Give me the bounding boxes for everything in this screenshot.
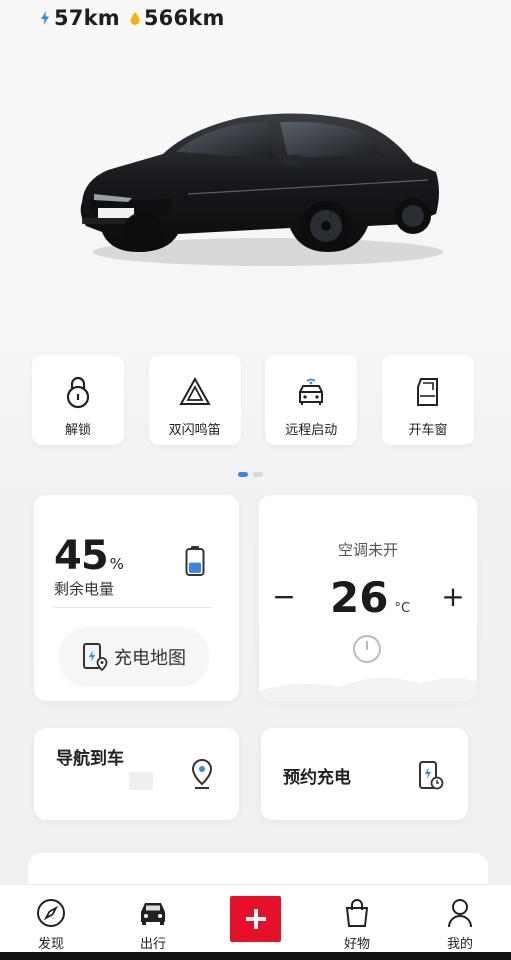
page-dot-active (238, 472, 248, 477)
charge-map-label: 充电地图 (114, 648, 186, 669)
page-dot (253, 472, 263, 477)
scheduled-charge-icon (419, 761, 444, 790)
reserve-charge-card[interactable]: 预约充电 (261, 728, 468, 820)
tab-label: 发现 (37, 937, 64, 952)
page-indicator (238, 472, 263, 477)
car-window-icon (411, 375, 445, 409)
quick-action-open-window[interactable]: 开车窗 (381, 355, 474, 445)
ac-temperature-value: 26 (330, 573, 389, 622)
climate-card[interactable]: 空调未开 − 26 °C + (259, 495, 477, 701)
fuel-range-value: 566km (143, 6, 225, 30)
vehicle-home-screen: 57km 566km 解锁 双闪鸣笛 远程启动 开车窗 45 % 剩余电量 充电… (0, 0, 511, 960)
ac-temperature: 26 °C (330, 573, 410, 622)
car-front-icon (137, 897, 169, 929)
reserve-charge-title: 预约充电 (283, 768, 351, 788)
battery-percent-unit: % (109, 555, 124, 573)
compass-icon (36, 897, 66, 929)
ac-status: 空调未开 (337, 541, 398, 559)
location-pin-icon (191, 758, 213, 789)
quick-action-hazard-horn[interactable]: 双闪鸣笛 (148, 355, 241, 445)
tab-shop[interactable]: 好物 (327, 897, 387, 952)
battery-percent: 45 % (54, 533, 124, 579)
quick-action-label: 开车窗 (408, 423, 448, 438)
tab-travel[interactable]: 出行 (123, 897, 183, 952)
quick-action-remote-start[interactable]: 远程启动 (265, 355, 358, 445)
bottom-tab-bar: 发现 出行 好物 我的 (0, 884, 511, 960)
bolt-icon (41, 11, 49, 25)
quick-action-label: 双闪鸣笛 (168, 423, 221, 438)
car-image[interactable] (68, 102, 448, 272)
address-placeholder (129, 772, 153, 790)
fuel-drop-icon (130, 11, 140, 25)
battery-label: 剩余电量 (54, 580, 115, 598)
tab-label: 好物 (343, 937, 370, 952)
tab-label: 我的 (446, 937, 473, 952)
navigate-title: 导航到车 (56, 749, 124, 769)
tab-discover[interactable]: 发现 (21, 897, 81, 952)
temp-decrease-button[interactable]: − (269, 580, 299, 613)
decorative-hills (259, 677, 477, 701)
tab-label: 出行 (139, 937, 166, 952)
home-indicator (0, 952, 511, 960)
range-summary: 57km 566km (40, 6, 225, 30)
charge-map-icon (83, 643, 108, 672)
electric-range: 57km (40, 6, 120, 30)
shopping-bag-icon (343, 897, 371, 929)
ac-temperature-unit: °C (394, 601, 411, 616)
plus-icon (245, 909, 266, 929)
battery-icon (185, 546, 205, 576)
temp-increase-button[interactable]: + (438, 580, 468, 613)
battery-percent-value: 45 (54, 533, 109, 579)
add-button[interactable] (230, 896, 281, 942)
user-icon (446, 897, 474, 929)
electric-range-value: 57km (54, 6, 120, 30)
hazard-triangle-icon (178, 375, 212, 409)
quick-action-label: 远程启动 (285, 423, 338, 438)
quick-action-label: 解锁 (64, 423, 91, 438)
quick-action-unlock[interactable]: 解锁 (32, 355, 124, 445)
remote-start-car-icon (294, 375, 328, 409)
fuel-range: 566km (130, 6, 225, 30)
battery-card[interactable]: 45 % 剩余电量 充电地图 (34, 495, 239, 701)
unlock-icon (61, 375, 95, 409)
charge-map-button[interactable]: 充电地图 (58, 627, 210, 687)
navigate-to-car-card[interactable]: 导航到车 (34, 728, 239, 820)
tab-profile[interactable]: 我的 (430, 897, 490, 952)
quick-actions: 解锁 双闪鸣笛 远程启动 开车窗 (32, 355, 474, 445)
divider (54, 607, 212, 608)
